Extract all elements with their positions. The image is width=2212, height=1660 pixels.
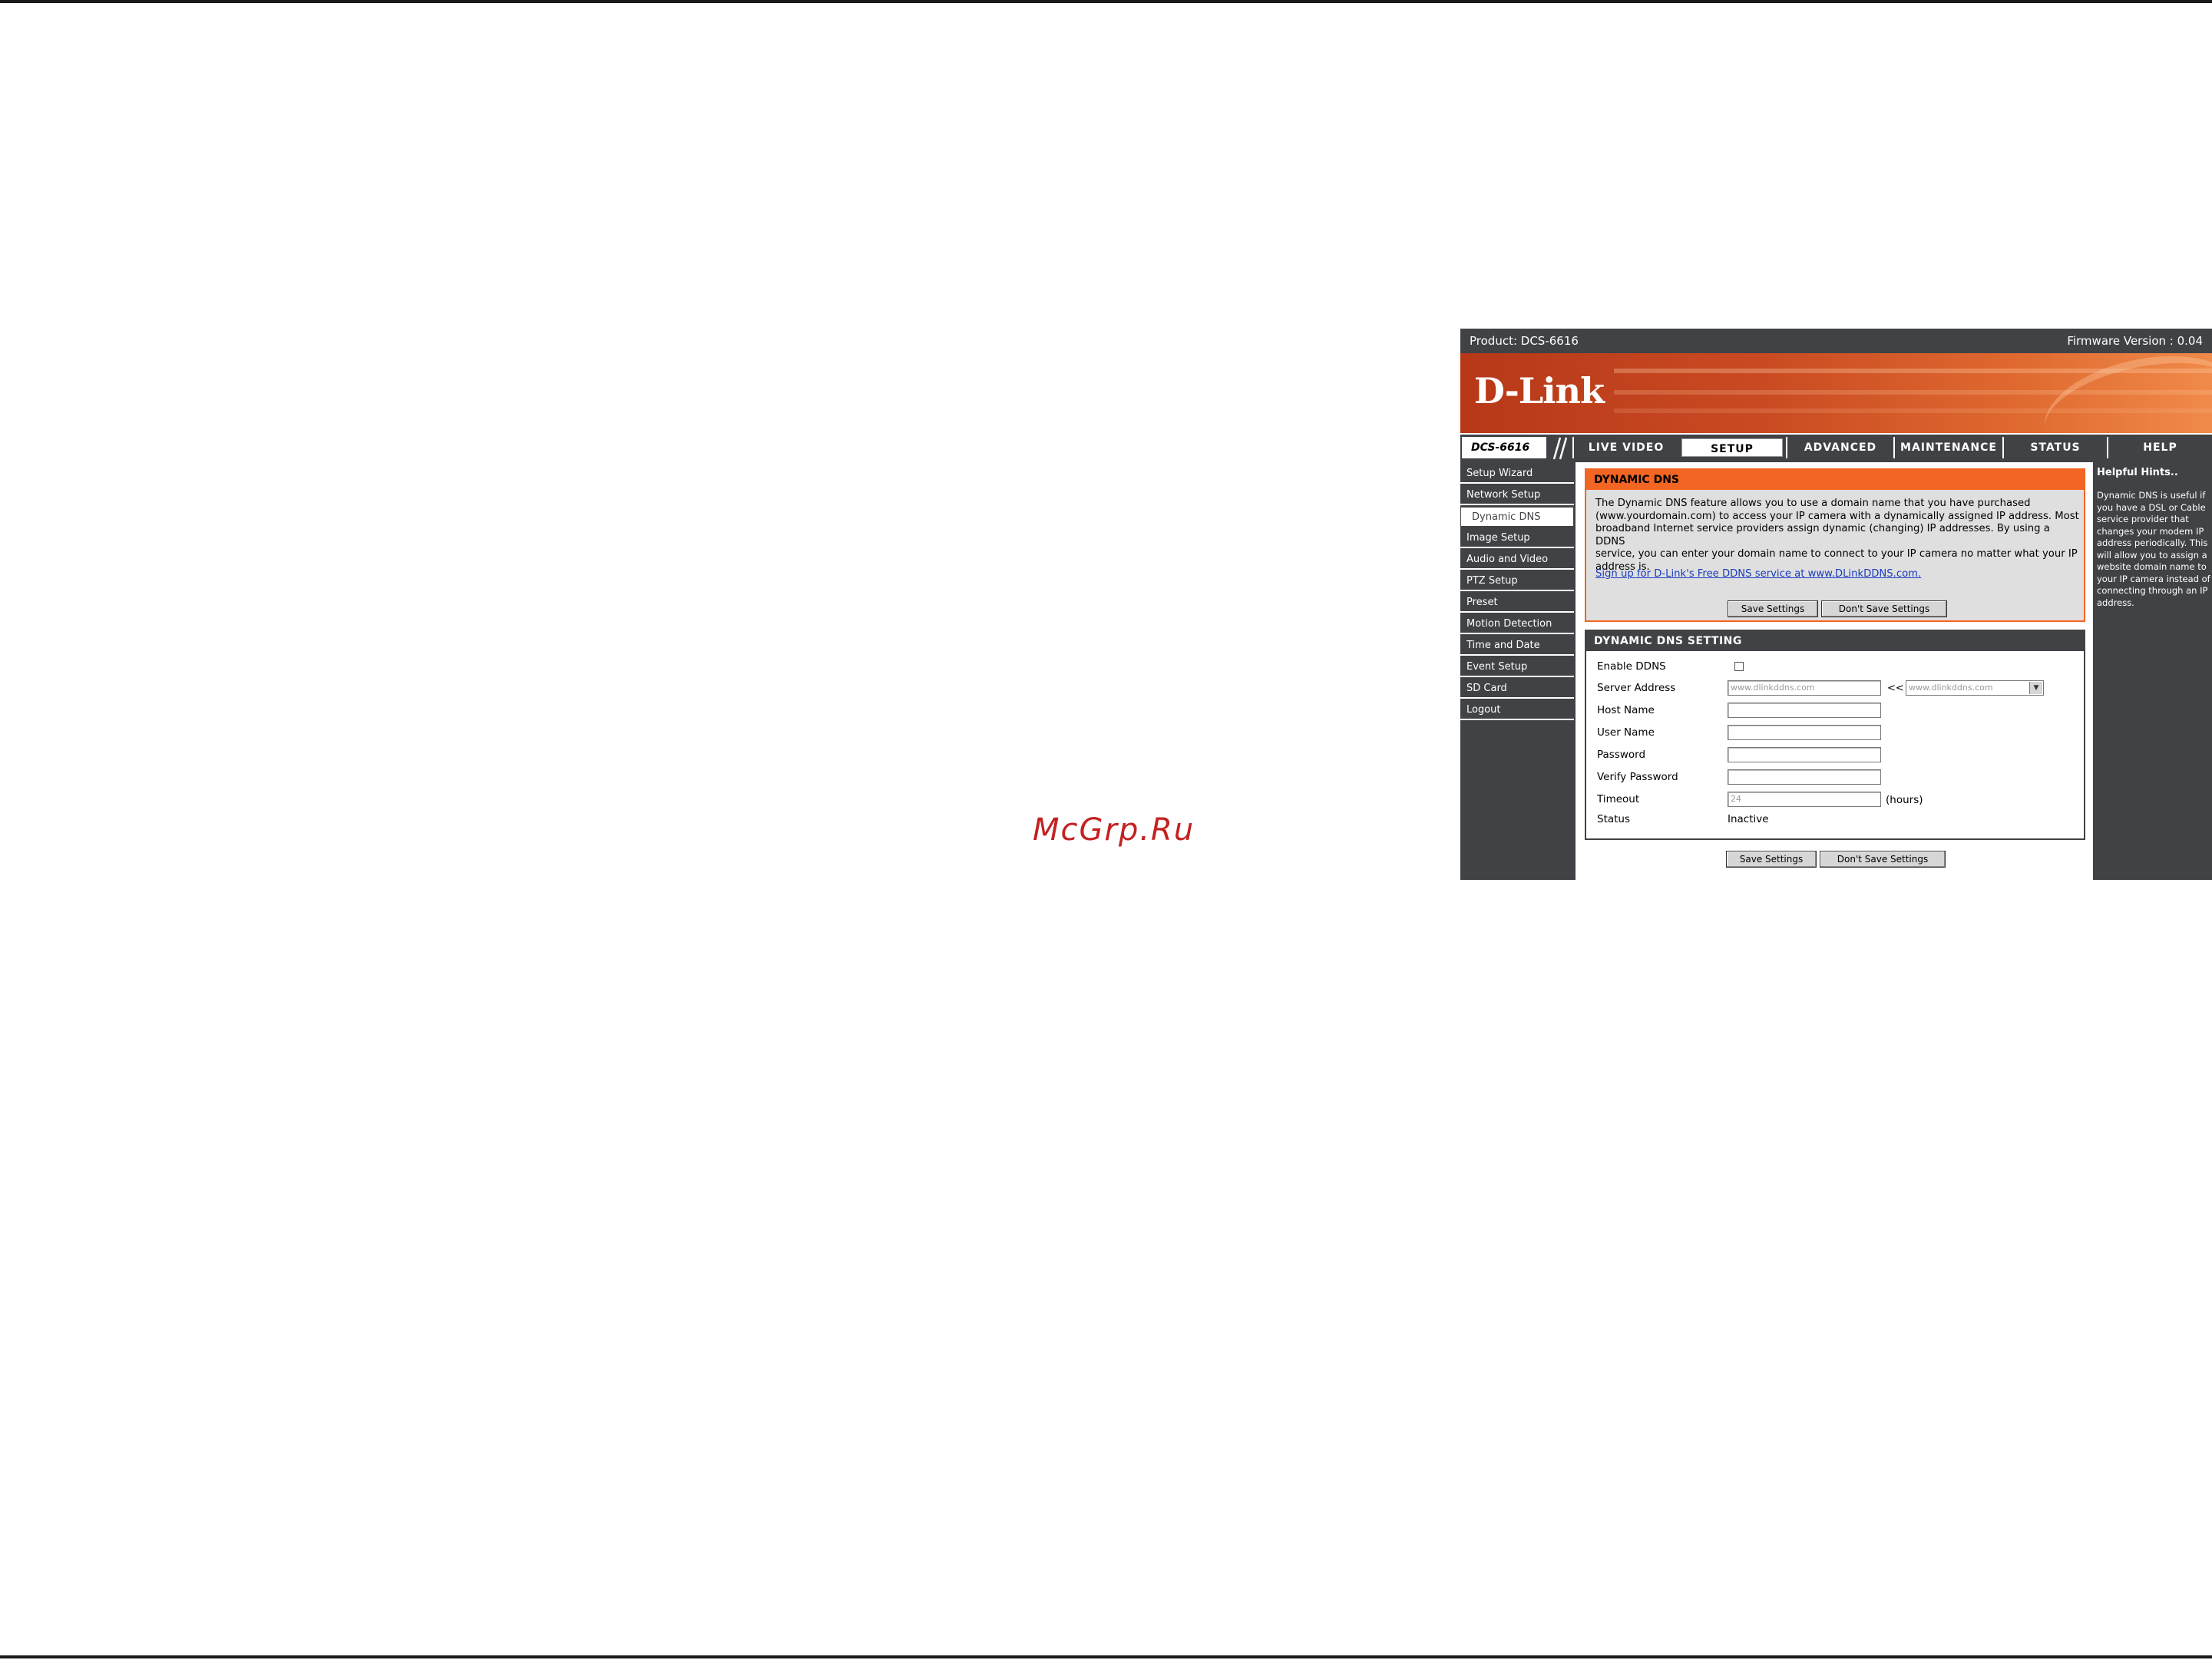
host-name-label: Host Name [1597, 704, 1655, 716]
enable-ddns-label: Enable DDNS [1597, 660, 1666, 673]
save-settings-button-bottom[interactable]: Save Settings [1726, 851, 1817, 868]
dynamic-dns-title: DYNAMIC DNS [1586, 470, 2084, 490]
user-name-input[interactable] [1728, 725, 1881, 740]
tab-status[interactable]: STATUS [2002, 437, 2107, 458]
hint-line: changes your modem IP [2097, 525, 2204, 537]
timeout-unit: (hours) [1886, 794, 1923, 806]
password-label: Password [1597, 749, 1646, 761]
server-select-value: www.dlinkddns.com [1909, 683, 1993, 693]
timeout-label: Timeout [1597, 793, 1640, 805]
slashes-icon [1552, 437, 1568, 460]
sidebar-item-motion-detection[interactable]: Motion Detection [1460, 614, 1574, 634]
hint-line: your IP camera instead of [2097, 573, 2210, 584]
top-rule [0, 0, 2212, 3]
firmware-label: Firmware Version : 0.04 [2067, 334, 2203, 348]
top-navigation: DCS-6616 LIVE VIDEO SETUP ADVANCED MAINT… [1460, 435, 2212, 462]
dynamic-dns-panel: DYNAMIC DNS The Dynamic DNS feature allo… [1585, 468, 2085, 622]
enable-ddns-checkbox[interactable] [1734, 662, 1744, 671]
tab-setup[interactable]: SETUP [1680, 437, 1784, 458]
hint-line: address. [2097, 597, 2134, 608]
tab-advanced[interactable]: ADVANCED [1786, 437, 1893, 458]
description-line: The Dynamic DNS feature allows you to us… [1595, 498, 2031, 509]
helpful-hints-title: Helpful Hints.. [2097, 467, 2178, 478]
sidebar-item-preset[interactable]: Preset [1460, 593, 1574, 613]
dont-save-settings-button-bottom[interactable]: Don't Save Settings [1820, 851, 1946, 868]
dynamic-dns-description: The Dynamic DNS feature allows you to us… [1595, 498, 2079, 574]
chevron-down-icon[interactable]: ▼ [2029, 682, 2042, 694]
brand-banner: D-Link [1460, 353, 2212, 433]
status-label: Status [1597, 813, 1631, 825]
hint-line: address periodically. This [2097, 537, 2208, 548]
tab-live-video[interactable]: LIVE VIDEO [1572, 437, 1678, 458]
dlink-logo: D-Link [1474, 370, 1605, 412]
sidebar-item-image-setup[interactable]: Image Setup [1460, 528, 1574, 548]
copy-arrows: << [1887, 683, 1904, 694]
sidebar-item-sd-card[interactable]: SD Card [1460, 679, 1574, 699]
server-address-label: Server Address [1597, 682, 1676, 694]
sidebar: Setup Wizard Network Setup Dynamic DNS I… [1460, 462, 1576, 880]
banner-wave [2035, 353, 2212, 433]
tab-maintenance[interactable]: MAINTENANCE [1893, 437, 2002, 458]
sidebar-item-logout[interactable]: Logout [1460, 700, 1574, 720]
sidebar-item-time-date[interactable]: Time and Date [1460, 636, 1574, 656]
ddns-signup-link[interactable]: Sign up for D-Link's Free DDNS service a… [1595, 568, 1921, 580]
user-name-label: User Name [1597, 726, 1655, 739]
verify-password-label: Verify Password [1597, 771, 1678, 783]
hint-line: will allow you to assign a [2097, 549, 2207, 560]
server-address-select[interactable]: www.dlinkddns.com ▼ [1906, 680, 2044, 696]
dont-save-settings-button-top[interactable]: Don't Save Settings [1821, 600, 1947, 617]
hint-line: connecting through an IP [2097, 585, 2208, 596]
sidebar-item-audio-video[interactable]: Audio and Video [1460, 550, 1574, 570]
helpful-hints-panel: Helpful Hints.. Dynamic DNS is useful if… [2093, 462, 2212, 880]
host-name-input[interactable] [1728, 703, 1881, 718]
hint-line: website domain name to [2097, 561, 2207, 572]
password-input[interactable] [1728, 747, 1881, 762]
description-line: (www.yourdomain.com) to access your IP c… [1595, 510, 2079, 522]
hint-line: you have a DSL or Cable [2097, 501, 2206, 513]
sidebar-item-network-setup[interactable]: Network Setup [1460, 485, 1574, 505]
sidebar-item-event-setup[interactable]: Event Setup [1460, 657, 1574, 677]
hint-line: service provider that [2097, 514, 2189, 524]
verify-password-input[interactable] [1728, 769, 1881, 785]
helpful-hints-body: Dynamic DNS is useful if you have a DSL … [2097, 490, 2210, 609]
dynamic-dns-setting-title: DYNAMIC DNS SETTING [1586, 631, 2084, 651]
sidebar-item-setup-wizard[interactable]: Setup Wizard [1460, 464, 1574, 484]
description-line: broadband Internet service providers ass… [1595, 523, 2050, 547]
server-address-input[interactable]: www.dlinkddns.com [1728, 680, 1881, 696]
dynamic-dns-setting-panel: DYNAMIC DNS SETTING Enable DDNS Server A… [1585, 630, 2085, 840]
watermark: McGrp.Ru [1033, 812, 1195, 848]
main-content: DYNAMIC DNS The Dynamic DNS feature allo… [1576, 462, 2093, 880]
product-label: Product: DCS-6616 [1470, 334, 1579, 348]
status-value: Inactive [1728, 813, 1769, 825]
tab-help[interactable]: HELP [2107, 437, 2212, 458]
camera-web-ui: Product: DCS-6616 Firmware Version : 0.0… [1460, 329, 2212, 880]
product-bar: Product: DCS-6616 Firmware Version : 0.0… [1460, 329, 2212, 353]
bottom-rule [0, 1655, 2212, 1658]
sidebar-item-dynamic-dns[interactable]: Dynamic DNS [1460, 507, 1574, 527]
sidebar-item-ptz-setup[interactable]: PTZ Setup [1460, 571, 1574, 591]
save-settings-button-top[interactable]: Save Settings [1728, 600, 1818, 617]
description-line: service, you can enter your domain name … [1595, 548, 2078, 560]
model-label: DCS-6616 [1462, 437, 1546, 458]
timeout-input[interactable]: 24 [1728, 792, 1881, 807]
hint-line: Dynamic DNS is useful if [2097, 490, 2206, 501]
